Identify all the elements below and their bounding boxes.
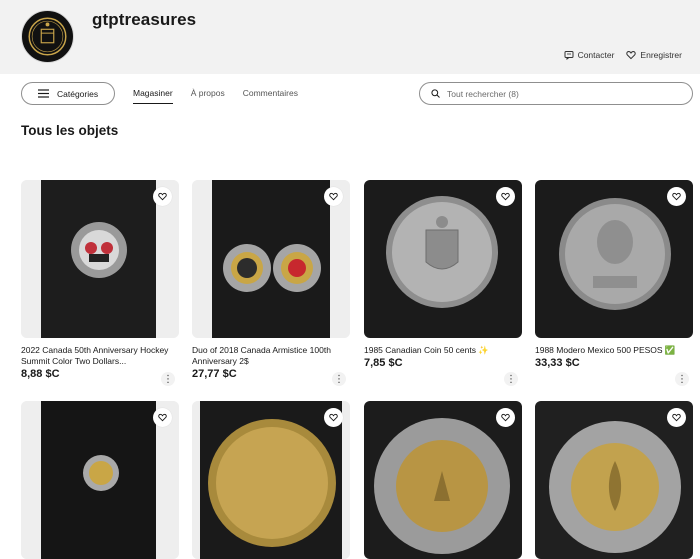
more-options-button[interactable]: ⋮ bbox=[332, 372, 346, 386]
favorite-button[interactable] bbox=[667, 408, 686, 427]
menu-icon bbox=[38, 89, 49, 98]
listing-price: 33,33 $C bbox=[535, 357, 580, 369]
save-label: Enregistrer bbox=[640, 50, 682, 60]
heart-icon bbox=[501, 413, 510, 422]
section-title: Tous les objets bbox=[21, 123, 119, 138]
more-icon: ⋮ bbox=[506, 373, 516, 385]
contact-label: Contacter bbox=[577, 50, 615, 60]
heart-icon bbox=[329, 413, 338, 422]
favorite-button[interactable] bbox=[324, 187, 343, 206]
categories-label: Catégories bbox=[57, 88, 99, 99]
heart-icon bbox=[672, 413, 681, 422]
listing-image[interactable] bbox=[535, 180, 693, 338]
listing-image[interactable] bbox=[21, 180, 179, 338]
shop-name: gtptreasures bbox=[92, 10, 197, 29]
listing-image[interactable] bbox=[21, 401, 179, 559]
favorite-button[interactable] bbox=[496, 408, 515, 427]
message-icon bbox=[564, 51, 574, 60]
tab-feedback[interactable]: Commentaires bbox=[243, 88, 298, 104]
listing-image[interactable] bbox=[535, 401, 693, 559]
search-icon bbox=[431, 89, 440, 98]
more-icon: ⋮ bbox=[677, 373, 687, 385]
listing-card[interactable] bbox=[21, 401, 179, 559]
tab-about[interactable]: À propos bbox=[191, 88, 225, 104]
search-box bbox=[419, 82, 693, 105]
save-shop-button[interactable]: Enregistrer bbox=[626, 50, 682, 60]
tab-shop[interactable]: Magasiner bbox=[133, 88, 173, 104]
contact-button[interactable]: Contacter bbox=[564, 50, 615, 60]
listing-title[interactable]: Duo of 2018 Canada Armistice 100th Anniv… bbox=[192, 345, 350, 367]
listing-card[interactable]: Duo of 2018 Canada Armistice 100th Anniv… bbox=[192, 180, 350, 386]
listing-card[interactable]: 2022 Canada 50th Anniversary Hockey Summ… bbox=[21, 180, 179, 386]
more-options-button[interactable]: ⋮ bbox=[504, 372, 518, 386]
categories-button[interactable]: Catégories bbox=[21, 82, 115, 105]
listing-price: 8,88 $C bbox=[21, 368, 60, 380]
listing-price: 27,77 $C bbox=[192, 368, 237, 380]
listing-card[interactable]: 1985 Canadian Coin 50 cents ✨ 7,85 $C ⋮ bbox=[364, 180, 522, 386]
favorite-button[interactable] bbox=[153, 408, 172, 427]
shop-header: gtptreasures Contacter Enregistrer bbox=[0, 0, 700, 74]
listing-price: 7,85 $C bbox=[364, 357, 403, 369]
header-actions: Contacter Enregistrer bbox=[564, 50, 682, 60]
heart-icon bbox=[626, 50, 637, 60]
shop-nav: Catégories Magasiner À propos Commentair… bbox=[0, 74, 700, 114]
listing-card[interactable] bbox=[192, 401, 350, 559]
more-icon: ⋮ bbox=[334, 373, 344, 385]
more-options-button[interactable]: ⋮ bbox=[675, 372, 689, 386]
search-input[interactable] bbox=[447, 88, 677, 99]
heart-icon bbox=[158, 192, 167, 201]
shop-logo[interactable] bbox=[21, 10, 74, 63]
listing-image[interactable] bbox=[192, 401, 350, 559]
heart-icon bbox=[501, 192, 510, 201]
shop-tabs: Magasiner À propos Commentaires bbox=[133, 88, 298, 104]
heart-icon bbox=[672, 192, 681, 201]
listing-image[interactable] bbox=[364, 401, 522, 559]
more-icon: ⋮ bbox=[163, 373, 173, 385]
listing-card[interactable]: 1988 Modero Mexico 500 PESOS ✅ 33,33 $C … bbox=[535, 180, 693, 386]
heart-icon bbox=[158, 413, 167, 422]
favorite-button[interactable] bbox=[153, 187, 172, 206]
more-options-button[interactable]: ⋮ bbox=[161, 372, 175, 386]
favorite-button[interactable] bbox=[324, 408, 343, 427]
listing-title[interactable]: 1988 Modero Mexico 500 PESOS ✅ bbox=[535, 345, 693, 356]
listing-card[interactable] bbox=[535, 401, 693, 559]
favorite-button[interactable] bbox=[496, 187, 515, 206]
listing-card[interactable] bbox=[364, 401, 522, 559]
listing-title[interactable]: 1985 Canadian Coin 50 cents ✨ bbox=[364, 345, 522, 356]
listing-image[interactable] bbox=[192, 180, 350, 338]
heart-icon bbox=[329, 192, 338, 201]
listing-title[interactable]: 2022 Canada 50th Anniversary Hockey Summ… bbox=[21, 345, 179, 367]
listing-image[interactable] bbox=[364, 180, 522, 338]
favorite-button[interactable] bbox=[667, 187, 686, 206]
